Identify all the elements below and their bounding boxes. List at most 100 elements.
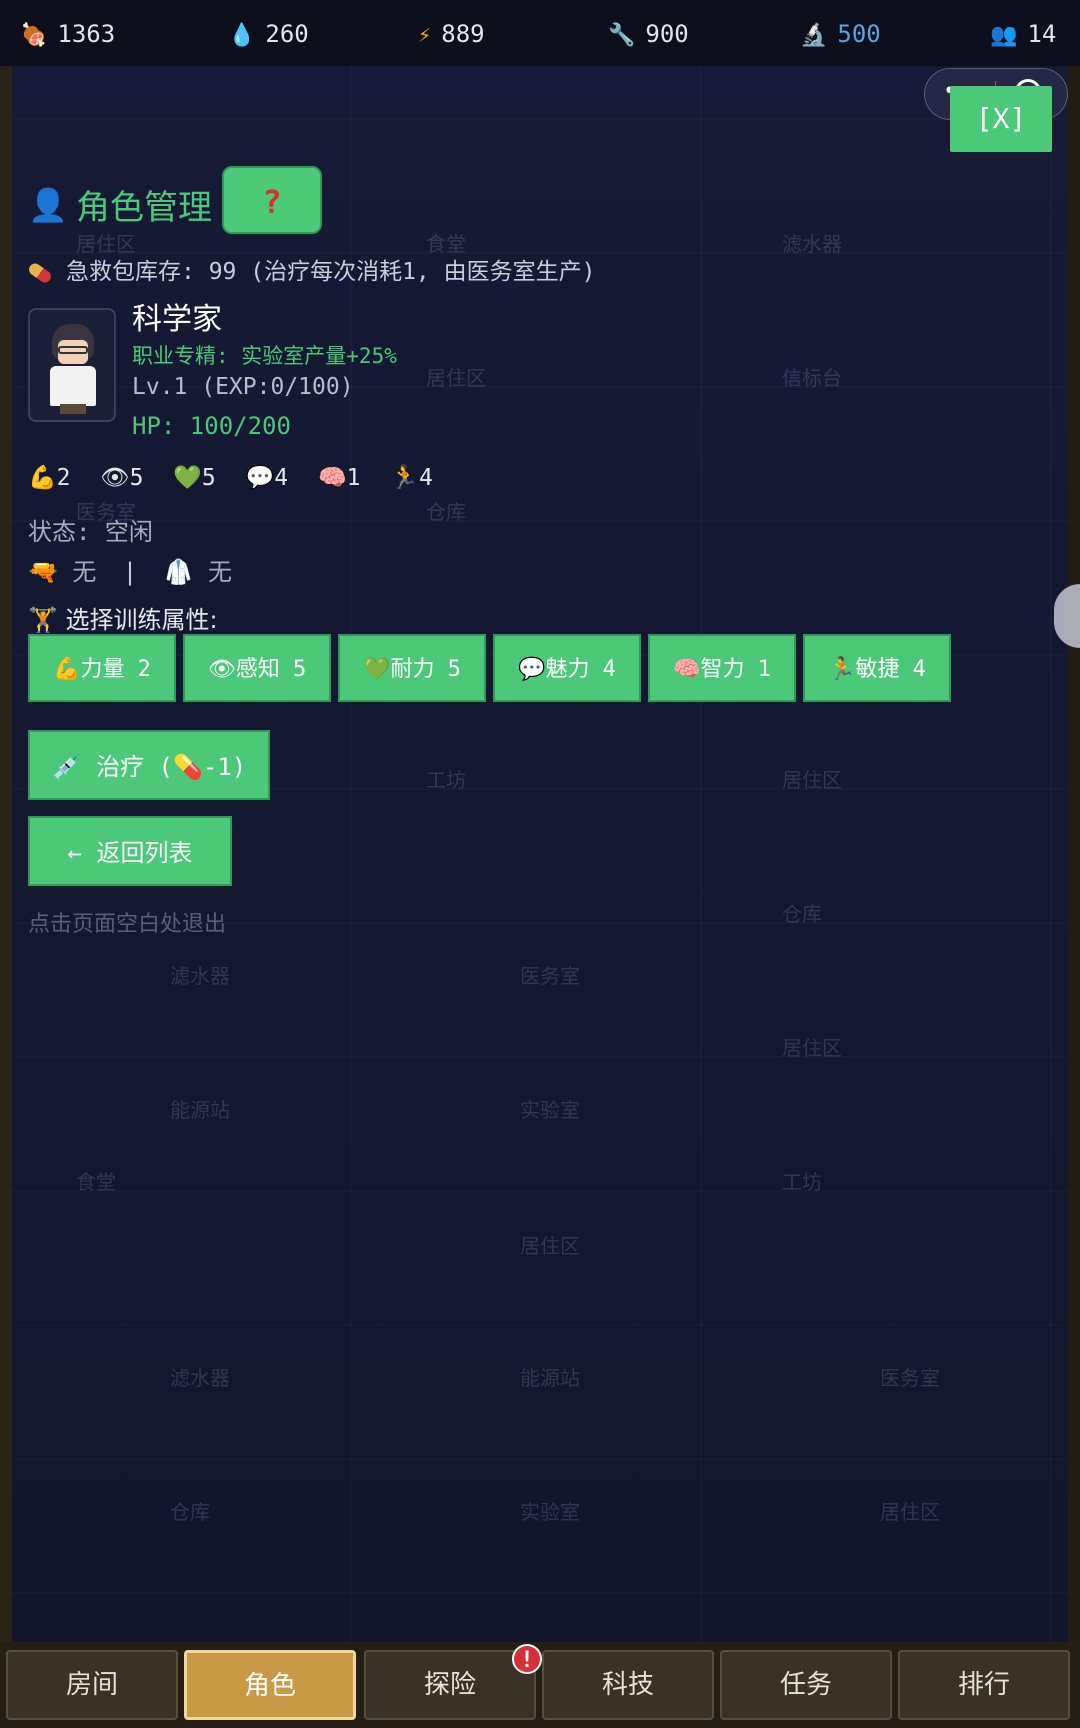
bg-room-label: 滤水器 (170, 964, 230, 988)
bg-room-label: 工坊 (426, 768, 466, 792)
resource-value: 889 (441, 20, 485, 48)
equipment-row: 🔫 无 | 🥼 无 (28, 552, 232, 587)
train-perception-button[interactable]: 👁感知 5 (183, 634, 331, 702)
weapon-value: 无 (72, 558, 97, 586)
stat-value: 5 (129, 465, 144, 491)
firstaid-stock: 急救包库存: 99 (治疗每次消耗1, 由医务室生产) (26, 252, 596, 286)
attribute-stats: 💪2 👁5 💚5 💬4 🧠1 🏃4 (28, 464, 449, 491)
bg-room-label: 医务室 (880, 1366, 940, 1390)
bg-room-label: 仓库 (170, 1500, 210, 1524)
meat-icon: 🍖 (20, 23, 48, 48)
train-charisma-button[interactable]: 💬魅力 4 (493, 634, 641, 702)
train-intelligence-button[interactable]: 🧠智力 1 (648, 634, 796, 702)
character-portrait (28, 308, 116, 422)
resource-parts: 🔧 900 (608, 20, 689, 48)
resource-value: 900 (645, 20, 689, 48)
water-drop-icon: 💧 (228, 23, 256, 48)
resource-food: 🍖 1363 (20, 20, 115, 48)
character-hp: HP: 100/200 (132, 412, 291, 440)
heart-icon: 💚 (173, 465, 202, 491)
stat-agility: 🏃4 (390, 464, 433, 491)
stat-intelligence: 🧠1 (318, 464, 361, 491)
bg-room-label: 工坊 (782, 1170, 822, 1194)
train-strength-button[interactable]: 💪力量 2 (28, 634, 176, 702)
tab-tech[interactable]: 科技 (542, 1650, 714, 1720)
firstaid-text: 急救包库存: 99 (治疗每次消耗1, 由医务室生产) (66, 259, 596, 285)
train-agility-button[interactable]: 🏃敏捷 4 (803, 634, 951, 702)
portrait-legs (60, 404, 86, 414)
stat-endurance: 💚5 (173, 464, 216, 491)
eye-icon: 👁 (100, 465, 130, 491)
resource-value: 260 (265, 20, 309, 48)
stat-charisma: 💬4 (246, 464, 289, 491)
stat-value: 2 (56, 465, 71, 491)
microscope-icon: 🔬 (800, 23, 828, 48)
stat-value: 1 (346, 465, 361, 491)
bg-room-label: 实验室 (520, 1500, 580, 1524)
stat-value: 4 (419, 465, 433, 491)
bg-room-label: 仓库 (426, 500, 466, 524)
exit-hint: 点击页面空白处退出 (28, 912, 227, 937)
resource-water: 💧 260 (228, 20, 309, 48)
close-panel-button[interactable]: [X] (950, 86, 1052, 152)
person-icon: 👤 (28, 186, 68, 224)
character-status: 状态: 空闲 (28, 518, 153, 546)
stat-value: 4 (274, 465, 289, 491)
bg-room-label: 居住区 (782, 768, 842, 792)
left-edge (0, 0, 12, 1650)
bg-room-label: 居住区 (880, 1500, 940, 1524)
heal-button[interactable]: 💉 治疗 (💊-1) (28, 730, 270, 800)
back-to-list-button[interactable]: ← 返回列表 (28, 816, 232, 886)
bg-room-label: 信标台 (782, 366, 842, 390)
bg-room-label: 滤水器 (170, 1366, 230, 1390)
character-name: 科学家 (132, 302, 222, 337)
bg-room-label: 居住区 (782, 1036, 842, 1060)
resource-value: 500 (837, 20, 881, 48)
weightlifter-icon: 🏋 (28, 606, 58, 634)
bg-room-label: 实验室 (520, 1098, 580, 1122)
bg-room-label: 食堂 (76, 1170, 116, 1194)
lightning-icon: ⚡ (418, 23, 432, 48)
bg-room-label: 滤水器 (782, 232, 842, 256)
portrait-glasses (58, 346, 88, 354)
tab-characters[interactable]: 角色 (184, 1650, 356, 1720)
resource-value: 14 (1027, 20, 1057, 48)
bg-room-label: 居住区 (520, 1234, 580, 1258)
tab-tasks[interactable]: 任务 (720, 1650, 892, 1720)
bg-room-label: 医务室 (520, 964, 580, 988)
resource-power: ⚡ 889 (418, 20, 485, 48)
character-level: Lv.1 (EXP:0/100) (132, 374, 354, 400)
tab-rooms[interactable]: 房间 (6, 1650, 178, 1720)
stat-perception: 👁5 (100, 464, 143, 491)
resource-value: 1363 (57, 20, 116, 48)
gun-icon: 🔫 (28, 558, 58, 586)
bg-room-label: 能源站 (170, 1098, 230, 1122)
resource-research: 🔬 500 (800, 20, 881, 48)
bg-room-label: 居住区 (426, 366, 486, 390)
wrench-icon: 🔧 (608, 23, 636, 48)
tab-ranking[interactable]: 排行 (898, 1650, 1070, 1720)
bg-room-label: 能源站 (520, 1366, 580, 1390)
strength-icon: 💪 (28, 465, 57, 491)
train-endurance-button[interactable]: 💚耐力 5 (338, 634, 486, 702)
equip-divider: | (122, 558, 138, 586)
train-label: 选择训练属性: (65, 606, 218, 634)
bg-room-label: 仓库 (782, 902, 822, 926)
stat-value: 5 (201, 465, 216, 491)
pill-icon (26, 260, 54, 285)
help-button[interactable]: ? (222, 166, 322, 234)
panel-title: 角色管理 (76, 188, 212, 228)
train-section: 🏋 选择训练属性: (28, 600, 218, 635)
stat-strength: 💪2 (28, 464, 71, 491)
resource-population: 👥 14 (990, 20, 1056, 48)
alert-badge: ! (512, 1644, 542, 1674)
coat-icon: 🥼 (163, 558, 194, 586)
brain-icon: 🧠 (318, 465, 347, 491)
resource-bar: 🍖 1363 💧 260 ⚡ 889 🔧 900 🔬 500 👥 14 (0, 0, 1080, 66)
people-icon: 👥 (990, 23, 1018, 48)
runner-icon: 🏃 (390, 465, 419, 491)
tab-explore[interactable]: 探险 (364, 1650, 536, 1720)
speech-bubble-icon: 💬 (245, 465, 275, 491)
portrait-labcoat (50, 366, 96, 406)
armor-value: 无 (208, 558, 233, 586)
